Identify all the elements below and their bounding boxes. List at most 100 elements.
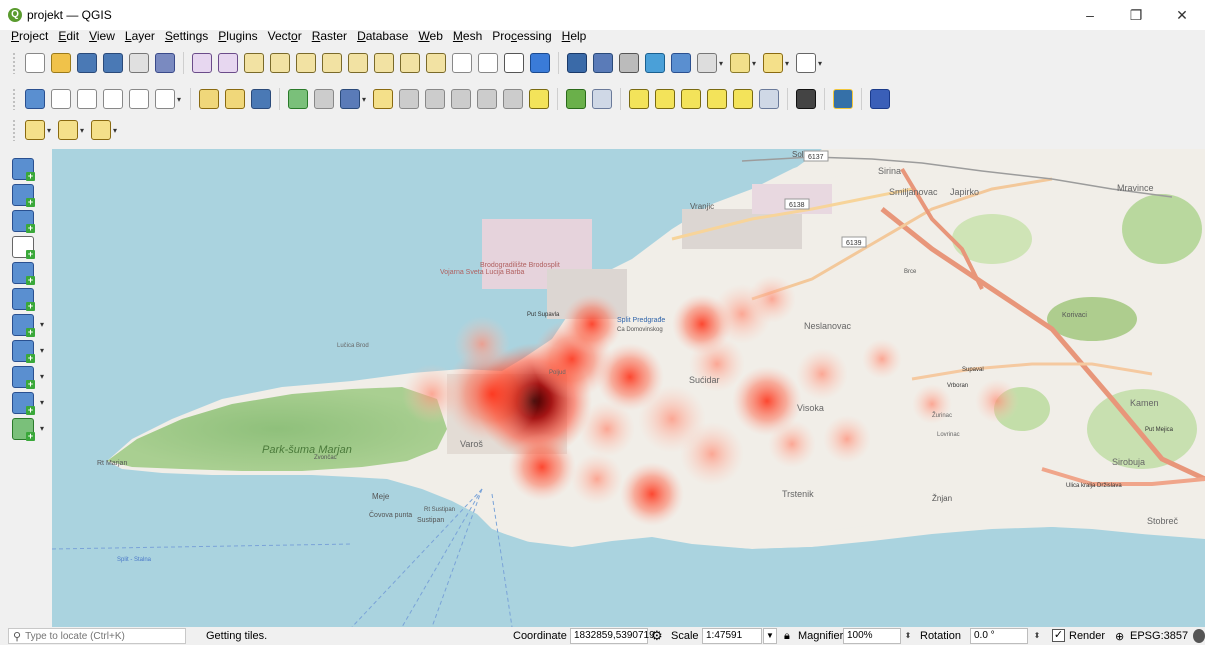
- select-by-location-icon[interactable]: [763, 53, 784, 73]
- rotation-spinner[interactable]: ⬍: [1031, 628, 1043, 644]
- zoom-native-icon[interactable]: [374, 53, 394, 73]
- refresh-icon[interactable]: [530, 53, 550, 73]
- scale-dropdown-button[interactable]: ▼: [763, 628, 777, 644]
- menu-settings[interactable]: Settings: [160, 29, 213, 43]
- new-memory-layer-dropdown-arrow[interactable]: ▾: [177, 95, 181, 104]
- map-canvas[interactable]: Solin Vranjic Brodogradilište Brodosplit…: [52, 149, 1205, 627]
- save-as-icon[interactable]: [103, 53, 123, 73]
- add-point-icon[interactable]: [288, 89, 309, 109]
- menu-plugins[interactable]: Plugins: [213, 29, 262, 43]
- toolbar-grip[interactable]: [12, 119, 16, 141]
- measure-dropdown-arrow[interactable]: ▾: [719, 59, 723, 68]
- vertex-tool-icon[interactable]: [314, 89, 335, 109]
- select-by-location-dropdown-arrow[interactable]: ▾: [785, 59, 789, 68]
- new-shapefile-icon[interactable]: [77, 89, 97, 109]
- toggle-editing-icon[interactable]: [225, 89, 246, 109]
- menu-edit[interactable]: Edit: [53, 29, 84, 43]
- add-vector-tile-dropdown-arrow[interactable]: ▾: [40, 424, 44, 433]
- delete-selected-icon[interactable]: [373, 89, 394, 109]
- diagram-tool-icon[interactable]: [566, 89, 587, 109]
- new-memory-layer-icon[interactable]: [155, 89, 175, 109]
- measure-icon[interactable]: [697, 53, 717, 73]
- menu-mesh[interactable]: Mesh: [448, 29, 487, 43]
- add-wfs-layer-dropdown-arrow[interactable]: ▾: [40, 346, 44, 355]
- move-diagram-icon[interactable]: [759, 89, 780, 109]
- menu-processing[interactable]: Processing: [487, 29, 556, 43]
- menu-vector[interactable]: Vector: [263, 29, 307, 43]
- add-raster-layer-button[interactable]: +: [12, 183, 38, 207]
- add-wms-layer-button[interactable]: + ▾: [12, 313, 44, 337]
- save-project-icon[interactable]: [77, 53, 97, 73]
- magnifier-spinner[interactable]: ⬍: [902, 628, 914, 644]
- add-vector-tile-button[interactable]: + ▾: [12, 417, 44, 441]
- select-features-icon[interactable]: [25, 120, 45, 140]
- add-mesh-layer-button[interactable]: +: [12, 209, 38, 233]
- data-source-manager-icon[interactable]: [25, 89, 45, 109]
- add-arcgis-layer-dropdown-arrow[interactable]: ▾: [40, 398, 44, 407]
- toolbar-grip[interactable]: [12, 88, 16, 110]
- new-3d-view-icon[interactable]: [478, 53, 498, 73]
- select-by-expression-dropdown-arrow[interactable]: ▾: [113, 126, 117, 135]
- redo-icon[interactable]: [503, 89, 524, 109]
- add-vector-layer-button[interactable]: +: [12, 157, 38, 181]
- pan-map-icon[interactable]: [192, 53, 212, 73]
- python-console-icon[interactable]: [833, 89, 854, 109]
- pin-label-icon[interactable]: [733, 89, 754, 109]
- menu-view[interactable]: View: [84, 29, 120, 43]
- open-project-icon[interactable]: [51, 53, 71, 73]
- locator-input[interactable]: [25, 630, 176, 642]
- lock-icon[interactable]: 🔒︎: [784, 630, 790, 643]
- add-virtual-layer-button[interactable]: +: [12, 287, 38, 311]
- zoom-out-icon[interactable]: [270, 53, 290, 73]
- menu-help[interactable]: Help: [557, 29, 592, 43]
- close-button[interactable]: ✕: [1159, 0, 1205, 30]
- print-layout-icon[interactable]: [129, 53, 149, 73]
- show-hide-labels-icon[interactable]: [629, 89, 650, 109]
- move-label-icon[interactable]: [655, 89, 676, 109]
- render-checkbox[interactable]: ✓: [1052, 629, 1065, 642]
- menu-database[interactable]: Database: [352, 29, 413, 43]
- menu-layer[interactable]: Layer: [120, 29, 160, 43]
- paste-features-icon[interactable]: [451, 89, 472, 109]
- cut-features-icon[interactable]: [399, 89, 420, 109]
- add-delimited-text-button[interactable]: +: [12, 235, 38, 259]
- statistics-icon[interactable]: [671, 53, 691, 73]
- text-annotation-icon[interactable]: [796, 53, 817, 73]
- messages-icon[interactable]: [1193, 629, 1205, 643]
- magnifier-field[interactable]: 100%: [843, 628, 901, 644]
- modify-attributes-icon[interactable]: [340, 89, 361, 109]
- locator-bar[interactable]: ⚲: [8, 628, 186, 644]
- crs-button[interactable]: EPSG:3857: [1130, 630, 1188, 642]
- identify-icon[interactable]: [567, 53, 587, 73]
- processing-toolbox-icon[interactable]: [645, 53, 665, 73]
- zoom-last-icon[interactable]: [400, 53, 420, 73]
- select-features-dropdown-arrow[interactable]: ▾: [47, 126, 51, 135]
- zoom-to-selection-icon[interactable]: [322, 53, 342, 73]
- zoom-in-icon[interactable]: [244, 53, 264, 73]
- toolbar-grip[interactable]: [12, 52, 16, 74]
- pan-to-selection-icon[interactable]: [218, 53, 238, 73]
- help-icon[interactable]: [870, 89, 891, 109]
- add-wfs-layer-button[interactable]: + ▾: [12, 339, 44, 363]
- rotate-label-icon[interactable]: [681, 89, 702, 109]
- zoom-full-icon[interactable]: [296, 53, 316, 73]
- add-wcs-layer-dropdown-arrow[interactable]: ▾: [40, 372, 44, 381]
- new-virtual-layer-icon[interactable]: [129, 89, 149, 109]
- new-geopackage-icon[interactable]: [51, 89, 71, 109]
- new-spatialite-icon[interactable]: [103, 89, 123, 109]
- style-manager-icon[interactable]: [155, 53, 175, 73]
- current-edits-icon[interactable]: [199, 89, 220, 109]
- new-project-icon[interactable]: [25, 53, 45, 73]
- restore-button[interactable]: ❐: [1113, 0, 1159, 30]
- attribute-table-icon[interactable]: [593, 53, 613, 73]
- grass-tools-icon[interactable]: [796, 89, 817, 109]
- label-tool-icon[interactable]: [529, 89, 550, 109]
- change-label-icon[interactable]: [707, 89, 728, 109]
- field-calculator-icon[interactable]: [619, 53, 639, 73]
- new-map-view-icon[interactable]: [452, 53, 472, 73]
- modify-attributes-dropdown-arrow[interactable]: ▾: [362, 95, 366, 104]
- coordinate-field[interactable]: 1832859,5390719: [570, 628, 655, 644]
- menu-project[interactable]: Project: [6, 29, 53, 43]
- minimize-button[interactable]: –: [1067, 0, 1113, 30]
- deselect-icon[interactable]: [58, 120, 79, 140]
